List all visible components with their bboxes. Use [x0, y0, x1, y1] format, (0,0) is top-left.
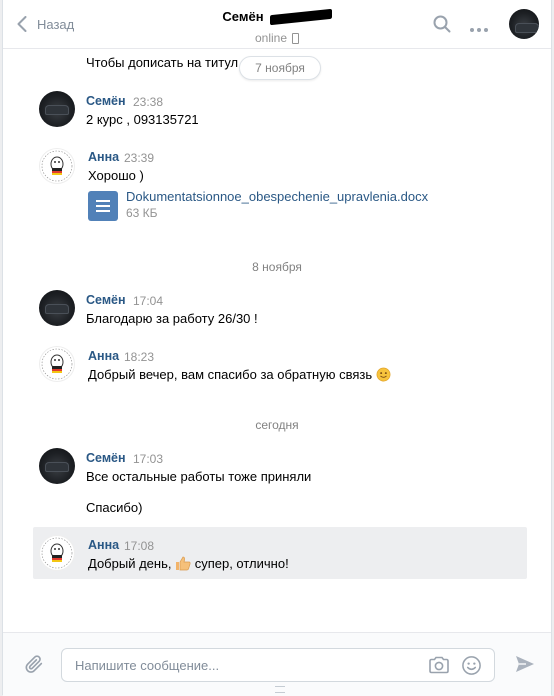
message-text: Спасибо)	[86, 500, 143, 515]
send-icon[interactable]	[514, 654, 536, 677]
avatar-cartoon-icon	[41, 537, 73, 569]
message-input-placeholder: Напишите сообщение...	[75, 658, 220, 673]
message-author[interactable]: Анна	[88, 349, 119, 363]
message-input[interactable]: Напишите сообщение...	[61, 648, 495, 682]
message-time[interactable]: 17:03	[133, 452, 163, 466]
truncated-message-text: Чтобы дописать на титул	[86, 55, 239, 70]
chat-window: Назад Семён online Чтобы дописать на тит…	[2, 0, 552, 696]
message-author[interactable]: Анна	[88, 538, 119, 552]
redaction-mark	[269, 8, 332, 25]
avatar[interactable]	[39, 91, 75, 127]
message-author[interactable]: Анна	[88, 150, 119, 164]
attachment-link[interactable]: Dokumentatsionnoe_obespechenie_upravleni…	[126, 189, 428, 204]
status-text: online	[254, 31, 288, 45]
thumbs-up-emoji-icon	[175, 556, 191, 574]
date-separator: 8 ноября	[252, 260, 302, 274]
contact-avatar[interactable]	[509, 9, 539, 39]
floating-date-pill: 7 ноября	[239, 56, 321, 80]
message-time[interactable]: 17:04	[133, 294, 163, 308]
message-text: Хорошо )	[88, 168, 144, 183]
message-text: Благодарю за работу 26/30 !	[86, 311, 258, 326]
message-time[interactable]: 23:38	[133, 95, 163, 109]
paperclip-icon[interactable]	[23, 653, 45, 678]
more-icon[interactable]	[469, 21, 489, 36]
message-text: Все остальные работы тоже приняли	[86, 469, 312, 484]
avatar[interactable]	[39, 148, 75, 184]
message-text-content: Добрый вечер, вам спасибо за обратную св…	[88, 367, 373, 382]
avatar[interactable]	[39, 346, 75, 382]
contact-name-text: Семён	[222, 9, 264, 24]
attachment-size: 63 КБ	[126, 206, 158, 220]
avatar[interactable]	[39, 448, 75, 484]
message-text-part: супер, отлично!	[194, 556, 289, 571]
date-separator: сегодня	[255, 418, 299, 432]
message-author[interactable]: Семён	[86, 451, 126, 465]
avatar-cartoon-icon	[41, 150, 73, 182]
emoji-icon[interactable]	[461, 655, 482, 679]
message-text: Добрый день, супер, отлично!	[88, 556, 289, 574]
chat-header: Назад Семён online	[3, 0, 551, 49]
message-text-part: Добрый день,	[88, 556, 172, 571]
camera-icon[interactable]	[428, 655, 450, 678]
smile-emoji-icon	[376, 367, 391, 385]
resize-handle[interactable]	[275, 686, 285, 693]
avatar-cartoon-icon	[41, 348, 73, 380]
contact-name: Семён	[222, 8, 332, 25]
phone-icon	[292, 32, 300, 44]
avatar[interactable]	[39, 535, 75, 571]
message-author[interactable]: Семён	[86, 94, 126, 108]
message-text: 2 курс , 093135721	[86, 112, 199, 127]
avatar[interactable]	[39, 290, 75, 326]
message-time[interactable]: 18:23	[124, 350, 154, 364]
message-author[interactable]: Семён	[86, 293, 126, 307]
message-text: Добрый вечер, вам спасибо за обратную св…	[88, 367, 391, 385]
message-time[interactable]: 23:39	[124, 151, 154, 165]
document-icon[interactable]	[88, 191, 118, 221]
message-time[interactable]: 17:08	[124, 539, 154, 553]
search-icon[interactable]	[433, 15, 451, 36]
